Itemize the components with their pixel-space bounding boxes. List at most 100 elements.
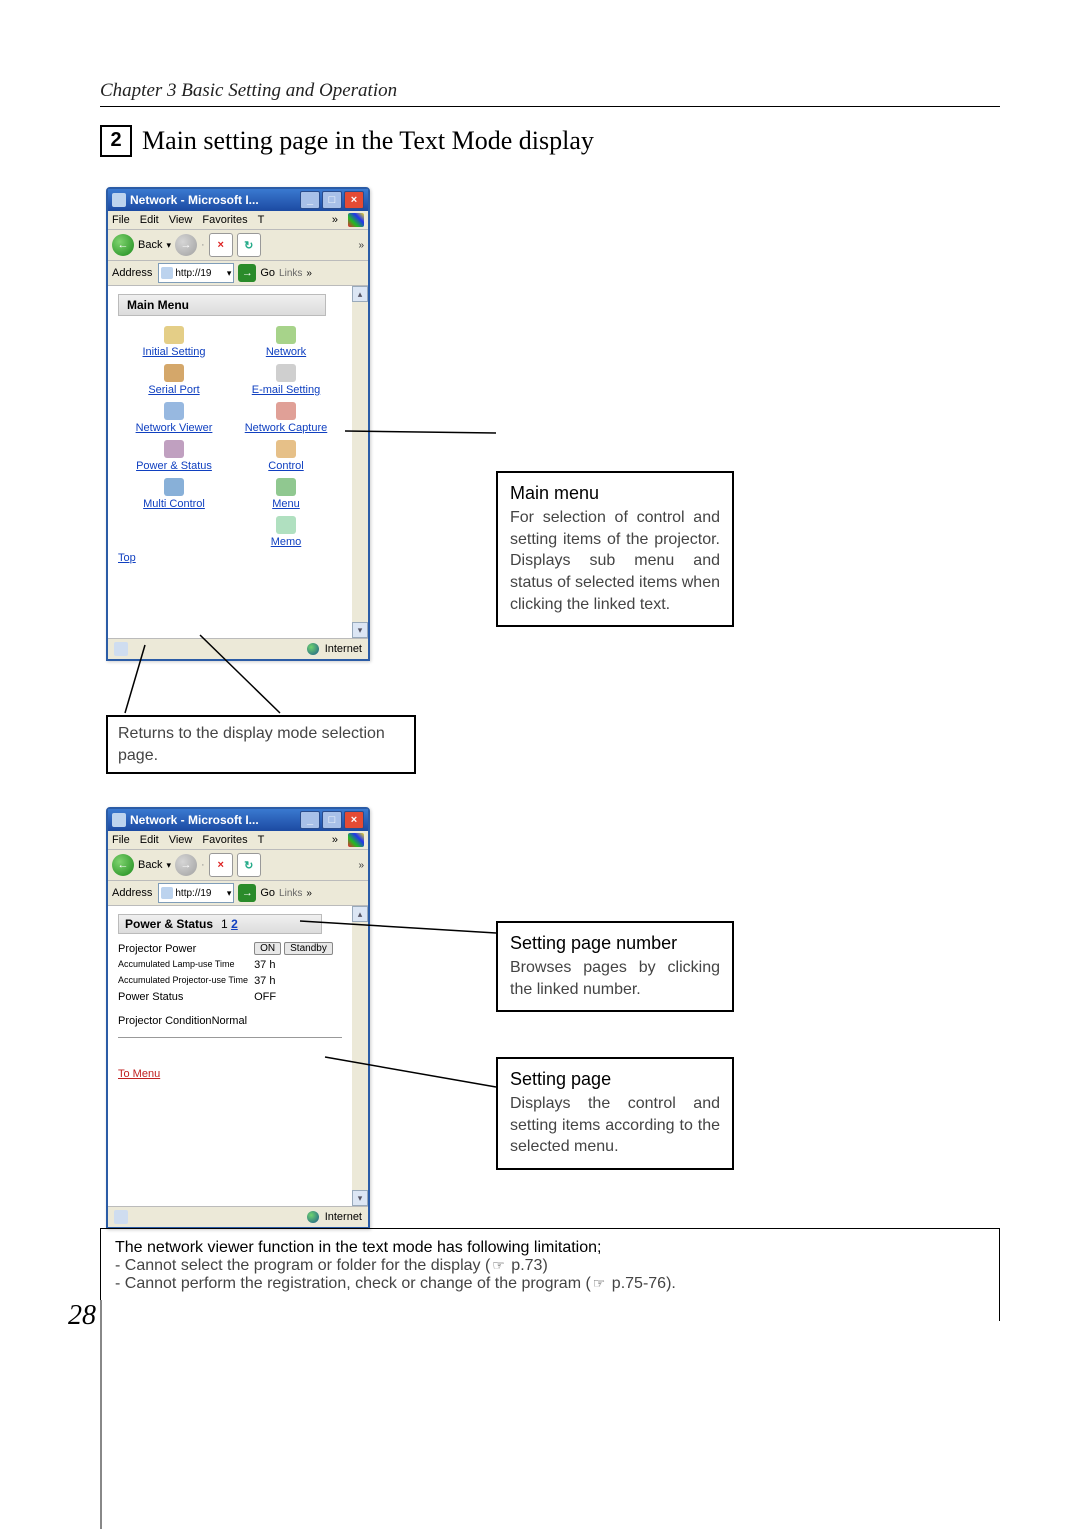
table-row: Projector Power ON Standby — [118, 940, 339, 957]
go-button[interactable]: → — [238, 264, 256, 282]
callout-page-number: Setting page number Browses pages by cli… — [496, 921, 734, 1012]
row-value: 37 h — [254, 973, 339, 989]
callout-main-menu: Main menu For selection of control and s… — [496, 471, 734, 627]
menu-item-memo[interactable]: Memo — [230, 516, 342, 548]
menu-item-power-status[interactable]: Power & Status — [118, 440, 230, 472]
minimize-button[interactable]: _ — [300, 191, 320, 209]
menu-item-email-setting[interactable]: E-mail Setting — [230, 364, 342, 396]
network-icon — [276, 326, 296, 344]
go-button[interactable]: → — [238, 884, 256, 902]
ie-icon — [112, 813, 126, 827]
address-input[interactable]: http://19 ▾ — [158, 263, 234, 283]
forward-button[interactable]: → — [175, 234, 197, 256]
menu-tools[interactable]: T — [258, 214, 265, 226]
back-button[interactable]: ← — [112, 234, 134, 256]
callout-body: For selection of control and setting ite… — [510, 507, 720, 615]
condition-value: Normal — [212, 1015, 247, 1027]
menu-item-network-capture[interactable]: Network Capture — [230, 402, 342, 434]
scroll-down-icon[interactable]: ▾ — [352, 622, 368, 638]
callout-returns: Returns to the display mode selection pa… — [106, 715, 416, 774]
power-icon — [164, 440, 184, 458]
links-label[interactable]: Links — [279, 268, 302, 279]
window-titlebar[interactable]: Network - Microsoft I... _ □ × — [108, 189, 368, 211]
top-link[interactable]: Top — [118, 552, 136, 564]
chapter-header: Chapter 3 Basic Setting and Operation — [100, 80, 1000, 107]
row-label: Accumulated Projector-use Time — [118, 973, 254, 989]
memo-icon — [276, 516, 296, 534]
forward-button[interactable]: → — [175, 854, 197, 876]
back-button[interactable]: ← — [112, 854, 134, 876]
power-status-header: Power & Status 1 2 — [118, 914, 322, 934]
address-input[interactable]: http://19 ▾ — [158, 883, 234, 903]
maximize-button[interactable]: □ — [322, 811, 342, 829]
footer-note-box: The network viewer function in the text … — [100, 1228, 1000, 1321]
to-menu-link[interactable]: To Menu — [118, 1068, 160, 1080]
menu-item-control[interactable]: Control — [230, 440, 342, 472]
page-link-2[interactable]: 2 — [231, 917, 238, 931]
menu-favorites[interactable]: Favorites — [202, 834, 247, 846]
stop-button[interactable]: × — [209, 233, 233, 257]
refresh-button[interactable]: ↻ — [237, 233, 261, 257]
refresh-button[interactable]: ↻ — [237, 853, 261, 877]
dropdown-icon[interactable]: ▾ — [227, 268, 232, 279]
menu-view[interactable]: View — [169, 834, 193, 846]
callout-title: Main menu — [510, 481, 720, 505]
browser-toolbar: ← Back▾ → · × ↻ » — [108, 230, 368, 261]
menu-item-network-viewer[interactable]: Network Viewer — [118, 402, 230, 434]
page-status-icon — [114, 642, 128, 656]
pointer-icon: ☞ — [591, 1275, 608, 1292]
menu-overflow-icon[interactable]: » — [332, 214, 338, 226]
scroll-up-icon[interactable]: ▴ — [352, 286, 368, 302]
power-status-table: Projector Power ON Standby Accumulated L… — [118, 940, 339, 1005]
links-overflow-icon[interactable]: » — [306, 888, 312, 899]
menu-file[interactable]: File — [112, 834, 130, 846]
row-value: OFF — [254, 989, 339, 1005]
windows-flag-icon — [348, 213, 364, 227]
page-icon — [161, 267, 173, 279]
footer-line-3b: p.75-76). — [607, 1275, 675, 1292]
address-value: http://19 — [175, 888, 211, 899]
callout-body: Browses pages by clicking the linked num… — [510, 957, 720, 1000]
toolbar-overflow-icon[interactable]: » — [358, 240, 364, 251]
menu-icon — [276, 478, 296, 496]
close-button[interactable]: × — [344, 811, 364, 829]
menu-file[interactable]: File — [112, 214, 130, 226]
main-menu-grid: Initial Setting Network Serial Port E-ma… — [118, 326, 342, 548]
internet-zone-label: Internet — [325, 643, 362, 655]
viewer-icon — [164, 402, 184, 420]
menu-item-menu[interactable]: Menu — [230, 478, 342, 510]
minimize-button[interactable]: _ — [300, 811, 320, 829]
menu-item-serial-port[interactable]: Serial Port — [118, 364, 230, 396]
footer-line-3a: - Cannot perform the registration, check… — [115, 1275, 591, 1292]
menu-view[interactable]: View — [169, 214, 193, 226]
callout-title: Setting page number — [510, 931, 720, 955]
toolbar-overflow-icon[interactable]: » — [358, 860, 364, 871]
menu-tools[interactable]: T — [258, 834, 265, 846]
menu-edit[interactable]: Edit — [140, 214, 159, 226]
links-overflow-icon[interactable]: » — [306, 268, 312, 279]
on-button[interactable]: ON — [254, 942, 281, 955]
menu-overflow-icon[interactable]: » — [332, 834, 338, 846]
menu-item-initial-setting[interactable]: Initial Setting — [118, 326, 230, 358]
multi-control-icon — [164, 478, 184, 496]
back-label[interactable]: Back — [138, 239, 162, 251]
close-button[interactable]: × — [344, 191, 364, 209]
scroll-down-icon[interactable]: ▾ — [352, 1190, 368, 1206]
menu-favorites[interactable]: Favorites — [202, 214, 247, 226]
menu-item-multi-control[interactable]: Multi Control — [118, 478, 230, 510]
scroll-up-icon[interactable]: ▴ — [352, 906, 368, 922]
browser-window-power-status: Network - Microsoft I... _ □ × File Edit… — [106, 807, 370, 1229]
standby-button[interactable]: Standby — [284, 942, 333, 955]
row-value: 37 h — [254, 957, 339, 973]
maximize-button[interactable]: □ — [322, 191, 342, 209]
links-label[interactable]: Links — [279, 888, 302, 899]
menu-edit[interactable]: Edit — [140, 834, 159, 846]
internet-zone-icon — [307, 1211, 319, 1223]
window-titlebar[interactable]: Network - Microsoft I... _ □ × — [108, 809, 368, 831]
menu-item-network[interactable]: Network — [230, 326, 342, 358]
address-label: Address — [112, 267, 154, 279]
stop-button[interactable]: × — [209, 853, 233, 877]
window-title: Network - Microsoft I... — [130, 813, 296, 827]
back-label[interactable]: Back — [138, 859, 162, 871]
dropdown-icon[interactable]: ▾ — [227, 888, 232, 899]
